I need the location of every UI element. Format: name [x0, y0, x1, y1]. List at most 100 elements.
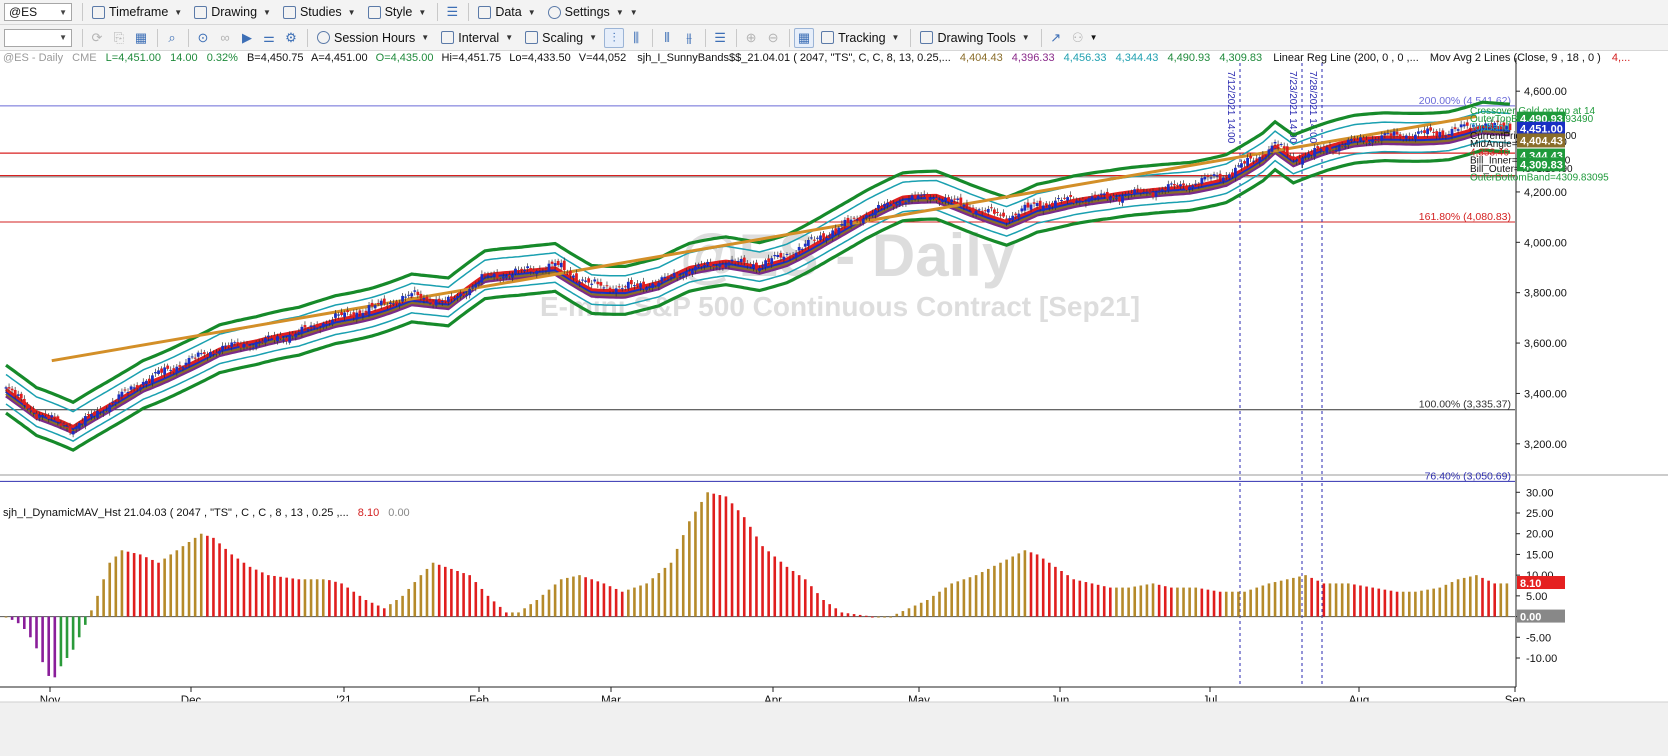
histogram-bar [895, 613, 899, 617]
chevron-down-icon: ▼ [59, 7, 67, 17]
header-linreg: Linear Reg Line (200, 0 , 0 ,... [1273, 52, 1419, 64]
histogram-bar [694, 511, 697, 617]
data-menu[interactable]: Data ▼ [473, 2, 540, 22]
bar-style-icon[interactable]: ⫶ [604, 27, 625, 48]
candle-body [1462, 124, 1466, 127]
copy-icon[interactable]: ⎘ [109, 28, 129, 48]
histogram-bar [163, 558, 166, 617]
histogram-bar [1206, 589, 1210, 617]
zoom-out-icon[interactable]: ⊖ [763, 28, 783, 48]
candle-body [1121, 196, 1124, 203]
scaling-menu[interactable]: Scaling ▼ [520, 28, 602, 48]
event-vline-label: 7/28/2021 14:00 [1307, 71, 1318, 144]
price-chart[interactable]: @ES - Daily CME L=4,451.00 14.00 0.32% B… [0, 51, 1668, 756]
candle-body [889, 201, 893, 203]
chevron-down-icon: ▼ [629, 7, 638, 17]
candle-body [739, 258, 743, 263]
drawing-tools-menu[interactable]: Drawing Tools ▼ [915, 28, 1034, 48]
histogram-bar [614, 588, 618, 617]
settings-icon[interactable]: ⚙ [281, 28, 301, 48]
candle-body [1453, 127, 1457, 129]
histogram-bar [1468, 576, 1472, 617]
interval-icon [441, 31, 455, 44]
candle-body [822, 233, 825, 238]
header-low: Lo=4,433.50 [509, 52, 570, 64]
candle-body [1093, 194, 1097, 197]
candle-body [1374, 139, 1378, 141]
candle-body [712, 265, 716, 268]
candle-body [779, 252, 783, 258]
trendline-icon[interactable]: ↗ [1046, 28, 1066, 48]
studies-menu[interactable]: Studies ▼ [278, 2, 361, 22]
histogram-bar [913, 605, 917, 617]
candle-body [559, 262, 563, 268]
sub-tick-label: 5.00 [1526, 591, 1547, 603]
candle-body [1142, 191, 1146, 193]
candle-body [199, 353, 203, 355]
candle-body [1365, 139, 1368, 143]
play-icon[interactable]: ▶ [237, 28, 257, 48]
style-menu[interactable]: Style ▼ [363, 2, 432, 22]
more-tools-icon[interactable]: ⚇ [1068, 28, 1088, 48]
session-hours-label: Session Hours [334, 30, 416, 45]
histogram-bar [120, 550, 124, 617]
settings-menu[interactable]: Settings ▼ ▼ [543, 2, 643, 22]
histogram-bar [1194, 587, 1198, 617]
timeframe-menu[interactable]: Timeframe ▼ [87, 2, 187, 22]
histogram-bar [389, 604, 392, 617]
histogram-bar [1444, 584, 1448, 617]
interval-menu[interactable]: Interval ▼ [436, 28, 518, 48]
sub-tick-label: -5.00 [1526, 632, 1551, 644]
zoom-in-icon[interactable]: ⊕ [741, 28, 761, 48]
subgraph-title: sjh_I_DynamicMAV_Hst 21.04.03 ( 2047 , "… [3, 507, 349, 519]
candle-body [99, 408, 102, 412]
grid-icon[interactable]: ▦ [131, 28, 151, 48]
candle-body [834, 228, 838, 233]
candle-body [941, 200, 944, 203]
histogram-bar [950, 583, 953, 617]
candle-body [367, 305, 371, 315]
candle-body [1395, 131, 1399, 135]
zoom-icon[interactable]: ⌕ [162, 28, 182, 48]
histogram-bar [901, 611, 905, 617]
session-hours-menu[interactable]: Session Hours ▼ [312, 28, 434, 48]
refresh-icon[interactable]: ⟳ [87, 28, 107, 48]
toolbar-divider [1040, 28, 1042, 47]
candles-icon[interactable]: ⫵ [679, 28, 699, 48]
candle-body [1200, 178, 1204, 184]
window-icon[interactable]: ☰ [710, 28, 730, 48]
candle-body [514, 268, 517, 274]
histogram-bar [59, 616, 63, 667]
candle-body [1258, 157, 1262, 162]
candle-body [1279, 143, 1283, 145]
data-window-icon[interactable]: ▦ [794, 27, 815, 48]
candle-body [83, 416, 87, 426]
candle-body [245, 344, 249, 347]
candle-body [147, 378, 151, 382]
candle-style-icon[interactable]: ⫼ [626, 28, 646, 48]
sliders-icon[interactable]: ⚌ [259, 28, 279, 48]
histogram-bar [956, 581, 960, 617]
candle-body [617, 286, 621, 288]
candle-body [1023, 204, 1027, 211]
symbol-combobox[interactable]: @ES ▼ [4, 3, 72, 21]
histogram-bar [1090, 583, 1094, 617]
settings-label: Settings [564, 5, 610, 19]
tracking-menu[interactable]: Tracking ▼ [816, 28, 904, 48]
drawing-menu[interactable]: Drawing ▼ [189, 2, 276, 22]
candle-body [1179, 184, 1182, 187]
histogram-bar [450, 568, 453, 617]
histogram-bar [102, 579, 105, 617]
layout-icon[interactable]: ☰ [442, 2, 462, 22]
bars-icon[interactable]: ⫴ [657, 28, 677, 48]
candle-body [651, 283, 655, 289]
histogram-bar [1035, 554, 1039, 617]
histogram-bar [572, 576, 575, 617]
candle-body [331, 320, 334, 325]
histogram-bar [224, 548, 227, 617]
interval-combobox[interactable]: ▼ [4, 28, 72, 47]
crosshair-icon[interactable]: ⊙ [193, 28, 213, 48]
candle-body [1233, 167, 1237, 178]
candle-body [379, 300, 383, 306]
link-icon[interactable]: ∞ [215, 28, 235, 48]
